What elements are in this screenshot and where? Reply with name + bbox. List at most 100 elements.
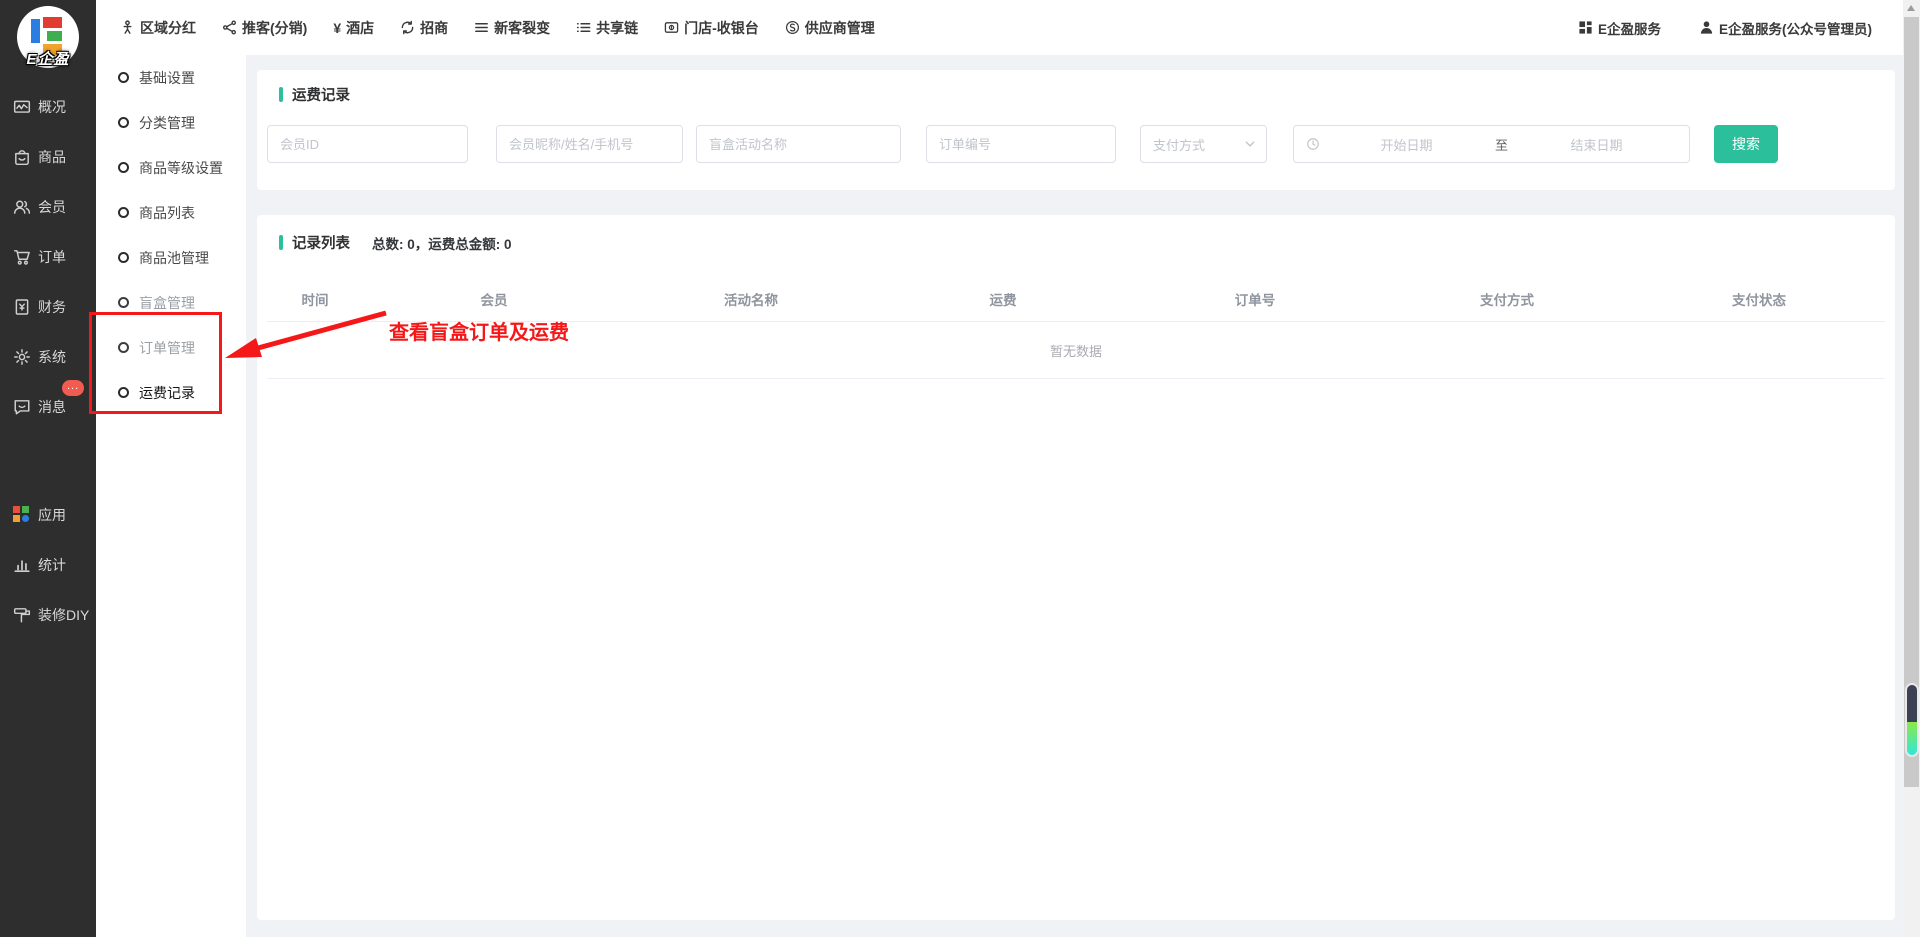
col-member: 会员 (363, 289, 625, 309)
order-no-input[interactable] (926, 125, 1116, 163)
nav-item-supplier[interactable]: 供应商管理 (785, 18, 875, 38)
submenu-item-category[interactable]: 分类管理 (96, 100, 246, 145)
nav-item-label: 酒店 (346, 18, 374, 38)
sidebar-item-label: 订单 (38, 247, 66, 267)
search-button[interactable]: 搜索 (1714, 125, 1778, 163)
clock-icon (1306, 137, 1320, 151)
date-range-picker[interactable]: 开始日期 至 结束日期 (1293, 125, 1690, 163)
nav-item-label: 门店-收银台 (684, 18, 759, 38)
submenu-item-label: 盲盒管理 (139, 293, 195, 313)
apps-icon (13, 506, 31, 524)
logo-block-green (47, 31, 62, 41)
secondary-sidebar: 基础设置 分类管理 商品等级设置 商品列表 商品池管理 盲盒管理 订单管理 运费… (96, 55, 246, 937)
yen-icon: ¥ (333, 20, 341, 36)
nav-account[interactable]: E企盈服务(公众号管理员) (1699, 18, 1872, 38)
top-navbar: 区域分红 推客(分销) ¥ 酒店 招商 新客裂变 共享链 门店-收银台 (96, 0, 1920, 55)
sidebar-item-stats[interactable]: 统计 (0, 540, 96, 590)
circle-bullet-icon (118, 342, 129, 353)
annotation-text: 查看盲盒订单及运费 (389, 316, 569, 345)
sidebar-item-label: 消息 (38, 397, 66, 417)
sidebar-item-label: 财务 (38, 297, 66, 317)
sidebar-item-label: 装修DIY (38, 605, 89, 625)
nav-item-merchants[interactable]: 招商 (400, 18, 448, 38)
circle-bullet-icon (118, 387, 129, 398)
nav-item-share-chain[interactable]: 共享链 (576, 18, 638, 38)
nav-service-link[interactable]: E企盈服务 (1578, 18, 1661, 38)
sidebar-item-label: 商品 (38, 147, 66, 167)
sidebar-item-order[interactable]: 订单 (0, 232, 96, 282)
scroll-indicator-bottom (1907, 722, 1917, 755)
list-summary: 总数: 0，运费总金额: 0 (372, 233, 512, 253)
user-icon (1699, 20, 1714, 35)
sidebar-item-label: 概况 (38, 97, 66, 117)
submenu-item-goods-pool[interactable]: 商品池管理 (96, 235, 246, 280)
sidebar-item-goods[interactable]: 商品 (0, 132, 96, 182)
nav-item-region-dividend[interactable]: 区域分红 (120, 18, 196, 38)
circle-bullet-icon (118, 117, 129, 128)
col-pay-status: 支付状态 (1633, 289, 1885, 309)
logo-text: E企盈 (11, 48, 85, 69)
app-logo[interactable]: E企盈 (17, 6, 79, 68)
sidebar-item-overview[interactable]: 概况 (0, 82, 96, 132)
nav-item-label: 区域分红 (140, 18, 196, 38)
submenu-item-order-manage[interactable]: 订单管理 (96, 325, 246, 370)
nav-item-label: 供应商管理 (805, 18, 875, 38)
circle-bullet-icon (118, 162, 129, 173)
submenu-item-basic-settings[interactable]: 基础设置 (96, 55, 246, 100)
supplier-icon (785, 20, 800, 35)
submenu-item-label: 商品等级设置 (139, 158, 223, 178)
circle-bullet-icon (118, 297, 129, 308)
circle-bullet-icon (118, 72, 129, 83)
list-title: 记录列表 (292, 232, 350, 253)
finance-icon (13, 298, 31, 316)
nav-item-label: 推客(分销) (242, 18, 307, 38)
submenu-item-blind-box[interactable]: 盲盒管理 (96, 280, 246, 325)
cashier-icon (664, 20, 679, 35)
end-date-field[interactable]: 结束日期 (1514, 135, 1679, 154)
pay-method-select[interactable]: 支付方式 (1140, 125, 1267, 163)
col-freight: 运费 (877, 289, 1129, 309)
submenu-item-label: 运费记录 (139, 383, 195, 403)
submenu-item-goods-level[interactable]: 商品等级设置 (96, 145, 246, 190)
nav-item-distribution[interactable]: 推客(分销) (222, 18, 307, 38)
nav-item-store-cashier[interactable]: 门店-收银台 (664, 18, 759, 38)
date-separator: 至 (1489, 135, 1514, 154)
activity-name-input[interactable] (696, 125, 901, 163)
submenu-item-label: 订单管理 (139, 338, 195, 358)
scrollbar-thumb[interactable] (1904, 17, 1919, 787)
list-icon (576, 20, 591, 35)
nav-item-new-customer[interactable]: 新客裂变 (474, 18, 550, 38)
circle-bullet-icon (118, 207, 129, 218)
sidebar-item-diy[interactable]: 装修DIY (0, 590, 96, 640)
submenu-item-label: 分类管理 (139, 113, 195, 133)
logo-block-blue (31, 19, 40, 43)
sidebar-item-label: 会员 (38, 197, 66, 217)
sidebar-item-finance[interactable]: 财务 (0, 282, 96, 332)
submenu-item-label: 商品列表 (139, 203, 195, 223)
sidebar-item-apps[interactable]: 应用 (0, 490, 96, 540)
member-id-input[interactable] (267, 125, 468, 163)
system-icon (13, 348, 31, 366)
scroll-up-arrow-icon[interactable] (1907, 5, 1915, 11)
submenu-item-goods-list[interactable]: 商品列表 (96, 190, 246, 235)
col-time: 时间 (267, 289, 363, 309)
title-accent-bar (279, 235, 283, 250)
pay-method-placeholder: 支付方式 (1153, 135, 1244, 154)
sidebar-item-member[interactable]: 会员 (0, 182, 96, 232)
page-scrollbar[interactable] (1903, 0, 1920, 937)
page-title: 运费记录 (292, 84, 350, 105)
nav-item-hotel[interactable]: ¥ 酒店 (333, 18, 374, 38)
sidebar-item-system[interactable]: 系统 (0, 332, 96, 382)
order-icon (13, 248, 31, 266)
grid-icon (1578, 20, 1593, 35)
diy-icon (13, 606, 31, 624)
scroll-progress-indicator[interactable] (1905, 683, 1919, 757)
submenu-item-freight-record[interactable]: 运费记录 (96, 370, 246, 415)
nav-item-label: 新客裂变 (494, 18, 550, 38)
filter-row: 支付方式 开始日期 至 结束日期 搜索 (257, 125, 1895, 163)
member-name-input[interactable] (496, 125, 683, 163)
col-activity: 活动名称 (625, 289, 877, 309)
chevron-down-icon (1244, 138, 1256, 150)
start-date-field[interactable]: 开始日期 (1324, 135, 1489, 154)
scroll-indicator-top (1907, 685, 1917, 722)
